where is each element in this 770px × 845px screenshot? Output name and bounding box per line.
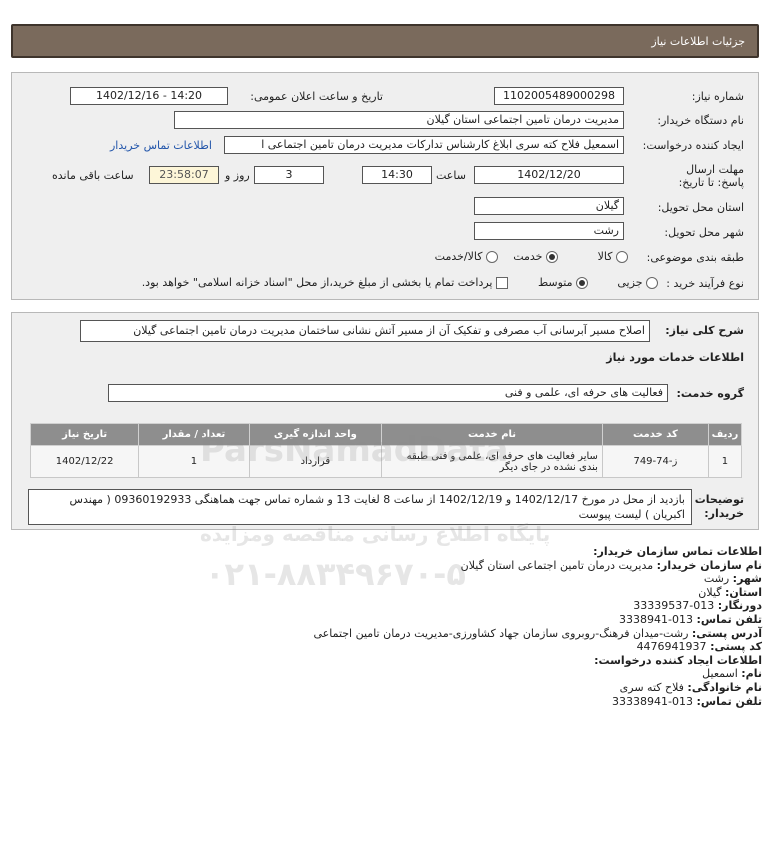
table-header: نام خدمت	[381, 423, 603, 446]
summary-label: شرح کلی نیاز:	[665, 324, 744, 337]
announce-label: تاریخ و ساعت اعلان عمومی:	[250, 90, 383, 103]
process-label: نوع فرآیند خرید :	[666, 277, 744, 290]
table-header: ردیف	[707, 423, 743, 446]
buyer-notes-field[interactable]: بازدید از محل در مورخ 1402/12/17 و 1402/…	[28, 489, 692, 525]
radio-icon	[646, 277, 658, 289]
deadline-date-field[interactable]: 1402/12/20	[474, 166, 624, 184]
treasury-payment-option[interactable]: پرداخت تمام یا بخشی از مبلغ خرید،از محل …	[142, 276, 508, 289]
summary-field[interactable]: اصلاح مسیر آبرسانی آب مصرفی و تفکیک آن ا…	[80, 320, 650, 342]
checkbox-icon	[496, 277, 508, 289]
table-header: کد خدمت	[601, 423, 709, 446]
days-label: روز و	[225, 169, 250, 182]
category-label: طبقه بندی موضوعی:	[646, 251, 744, 264]
table-cell: 1402/12/22	[29, 445, 140, 478]
creator-contact-heading: اطلاعات ایجاد کننده درخواست:	[594, 653, 762, 667]
city-field[interactable]: رشت	[474, 222, 624, 240]
province-label: استان محل تحویل:	[657, 201, 744, 214]
postal-code-row: کد پستی: 4476941937	[636, 640, 762, 654]
phone-row: تلفن تماس: 013-3338941	[619, 612, 762, 626]
need-number-field[interactable]: 1102005489000298	[494, 87, 624, 105]
process-option-minor[interactable]: جزیی	[617, 276, 658, 289]
radio-icon	[616, 251, 628, 263]
service-group-label: گروه خدمت:	[676, 387, 744, 400]
table-cell: 1	[138, 445, 250, 478]
buyer-contact-link[interactable]: اطلاعات تماس خریدار	[110, 139, 212, 152]
city-row: شهر: رشت	[703, 572, 762, 586]
table-cell: قرارداد	[248, 445, 383, 478]
deadline-label: مهلت ارسال پاسخ: تا تاریخ:	[678, 163, 744, 189]
need-details-panel: شرح کلی نیاز: اصلاح مسیر آبرسانی آب مصرف…	[11, 312, 759, 530]
notes-label: توضیحات خریدار:	[694, 493, 744, 520]
need-number-label: شماره نیاز:	[691, 90, 744, 103]
table-row[interactable]: 1 ز-74-749 سایر فعالیت های حرفه ای، علمی…	[29, 445, 743, 478]
service-group-field[interactable]: فعالیت های حرفه ای، علمی و فنی	[108, 384, 668, 402]
page-header: جزئیات اطلاعات نیاز	[11, 24, 759, 58]
process-option-medium[interactable]: متوسط	[538, 276, 588, 289]
province-row: استان: گیلان	[698, 585, 762, 599]
services-heading: اطلاعات خدمات مورد نیاز	[606, 351, 744, 364]
creator-field[interactable]: اسمعیل فلاح کته سری ابلاغ کارشناس تدارکا…	[224, 136, 624, 154]
table-cell: ز-74-749	[601, 445, 709, 478]
category-option-goods[interactable]: کالا	[598, 250, 628, 263]
buyer-org-field[interactable]: مدیریت درمان تامین اجتماعی استان گیلان	[174, 111, 624, 129]
category-option-goods-service[interactable]: کالا/خدمت	[435, 250, 498, 263]
table-header: تعداد / مقدار	[138, 423, 250, 446]
days-field[interactable]: 3	[254, 166, 324, 184]
page-title: جزئیات اطلاعات نیاز	[651, 35, 745, 48]
buyer-org-label: نام دستگاه خریدار:	[657, 114, 744, 127]
deadline-time-label: ساعت	[436, 169, 466, 182]
table-cell: 1	[707, 445, 743, 478]
deadline-time-field[interactable]: 14:30	[362, 166, 432, 184]
remaining-label: ساعت باقی مانده	[52, 169, 134, 182]
table-header: تاریخ نیاز	[29, 423, 140, 446]
creator-label: ایجاد کننده درخواست:	[642, 139, 744, 152]
radio-icon	[486, 251, 498, 263]
services-table: ردیف کد خدمت نام خدمت واحد اندازه گیری ت…	[29, 423, 743, 478]
announce-field[interactable]: 1402/12/16 - 14:20	[70, 87, 228, 105]
city-label: شهر محل تحویل:	[664, 226, 744, 239]
radio-selected-icon	[576, 277, 588, 289]
last-name-row: نام خانوادگی: فلاح کته سری	[619, 680, 762, 694]
table-header: واحد اندازه گیری	[248, 423, 383, 446]
table-header-row: ردیف کد خدمت نام خدمت واحد اندازه گیری ت…	[29, 423, 743, 446]
creator-phone-row: تلفن تماس: 013-33338941	[612, 694, 762, 708]
first-name-row: نام: اسمعیل	[702, 667, 762, 681]
contact-section: اطلاعات تماس سازمان خریدار: نام سازمان خ…	[22, 545, 763, 708]
address-row: آدرس پستی: رشت-میدان فرهنگ-روبروی سازمان…	[313, 626, 763, 640]
fax-row: دورنگار: 013-33339537	[633, 599, 762, 613]
category-option-service[interactable]: خدمت	[513, 250, 558, 263]
province-field[interactable]: گیلان	[474, 197, 624, 215]
table-cell: سایر فعالیت های حرفه ای، علمی و فنی طبقه…	[381, 445, 603, 478]
org-name-row: نام سازمان خریدار: مدیریت درمان تامین اج…	[460, 558, 762, 572]
radio-selected-icon	[546, 251, 558, 263]
remaining-time-field: 23:58:07	[149, 166, 219, 184]
need-info-panel: شماره نیاز: 1102005489000298 تاریخ و ساع…	[11, 72, 759, 300]
org-contact-heading: اطلاعات تماس سازمان خریدار:	[593, 545, 762, 558]
